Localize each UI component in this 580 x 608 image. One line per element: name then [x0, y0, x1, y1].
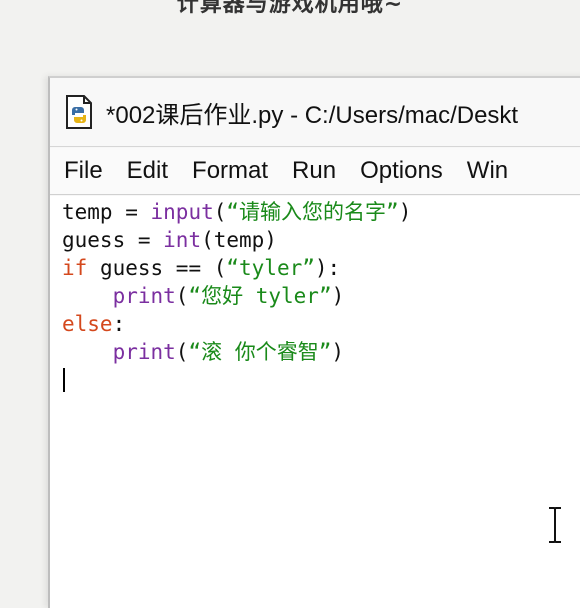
code-line[interactable]: print(“滚 你个睿智”) [62, 338, 411, 366]
code-line[interactable]: else: [62, 310, 411, 338]
code-text[interactable]: temp = input(“请输入您的名字”) guess = int(temp)… [62, 198, 411, 366]
code-token: “tyler” [226, 256, 315, 280]
code-editor[interactable]: temp = input(“请输入您的名字”) guess = int(temp)… [50, 196, 580, 608]
window-title: *002课后作业.py - C:/Users/mac/Deskt [106, 101, 519, 129]
code-token: “您好 tyler” [188, 284, 332, 308]
code-token: ) [398, 200, 412, 224]
title-bar[interactable]: *002课后作业.py - C:/Users/mac/Deskt [50, 78, 580, 147]
code-token: input [150, 200, 214, 224]
code-token: guess == ( [87, 256, 227, 280]
menu-bar: File Edit Format Run Options Win [50, 148, 580, 195]
menu-edit[interactable]: Edit [127, 157, 168, 185]
menu-format[interactable]: Format [192, 157, 268, 185]
code-token: guess = [62, 228, 164, 252]
code-token: ( [175, 340, 189, 364]
code-token: (temp) [201, 228, 277, 252]
top-caption: 计算器与游戏机用哦~ [176, 0, 404, 17]
code-token: if [62, 256, 88, 280]
code-token: : [112, 312, 126, 336]
code-line[interactable]: print(“您好 tyler”) [62, 282, 411, 310]
code-token: “滚 你个睿智” [188, 340, 332, 364]
code-token: print [112, 340, 176, 364]
code-token: temp = [62, 200, 151, 224]
python-idle-icon [64, 94, 94, 130]
code-line[interactable]: if guess == (“tyler”): [62, 254, 411, 282]
code-token: else [62, 312, 113, 336]
code-line[interactable]: guess = int(temp) [62, 226, 411, 254]
code-token: “请输入您的名字” [226, 200, 399, 224]
code-token: ) [331, 340, 345, 364]
code-token: ( [175, 284, 189, 308]
text-ibeam-cursor-icon [546, 506, 564, 544]
text-caret [63, 368, 65, 392]
menu-options[interactable]: Options [360, 157, 443, 185]
code-token: ): [314, 256, 341, 280]
code-line[interactable]: temp = input(“请输入您的名字”) [62, 198, 411, 226]
code-token: int [163, 228, 202, 252]
code-token: ( [213, 200, 227, 224]
menu-window[interactable]: Win [467, 157, 508, 185]
code-token: print [112, 284, 176, 308]
idle-editor-window: *002课后作业.py - C:/Users/mac/Deskt File Ed… [48, 76, 580, 608]
menu-run[interactable]: Run [292, 157, 336, 185]
menu-file[interactable]: File [64, 157, 103, 185]
code-token: ) [331, 284, 345, 308]
